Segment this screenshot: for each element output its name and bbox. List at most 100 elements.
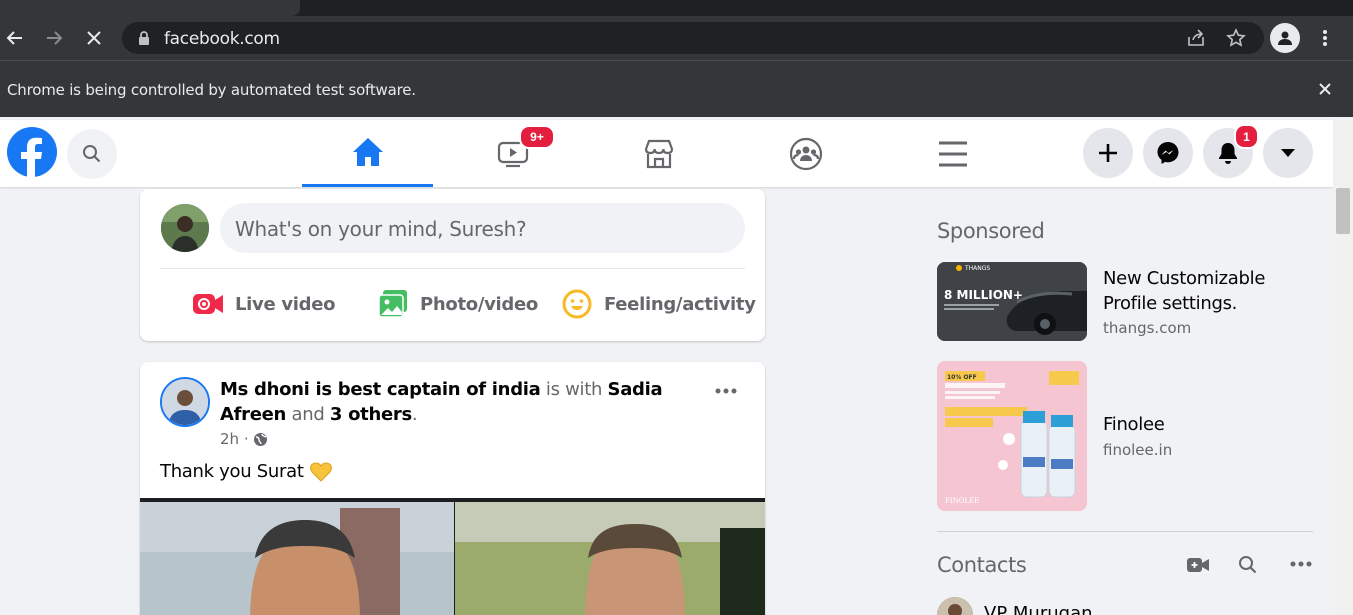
- address-bar[interactable]: facebook.com: [122, 22, 1264, 54]
- caret-down-icon: [1281, 149, 1295, 157]
- feeling-activity-button[interactable]: Feeling/activity: [562, 287, 756, 321]
- more-dots-icon: [715, 388, 737, 394]
- scrollbar-thumb[interactable]: [1336, 188, 1350, 234]
- groups-icon: [789, 137, 822, 170]
- notifications-badge: 1: [1234, 124, 1259, 149]
- contact-name[interactable]: VP Murugan: [984, 603, 1093, 615]
- ad-domain: finolee.in: [1103, 441, 1173, 459]
- sponsored-ad[interactable]: THANGS 8 MILLION+ New Customizable Profi…: [937, 262, 1317, 342]
- share-icon[interactable]: [1186, 28, 1206, 48]
- messenger-icon: [1157, 142, 1179, 164]
- tab-marketplace[interactable]: [593, 120, 724, 187]
- ad-finolee-image: 10% OFF FINOLEE: [937, 361, 1087, 511]
- home-icon: [352, 138, 383, 166]
- facebook-header: 9+ 1: [0, 120, 1333, 187]
- tab-groups[interactable]: [740, 120, 871, 187]
- feed-post: Ms dhoni is best captain of india is wit…: [140, 362, 765, 615]
- post-author-line: Ms dhoni is best captain of india is wit…: [220, 377, 680, 427]
- stop-loading-button[interactable]: [78, 22, 110, 54]
- post-text: Thank you Surat: [160, 461, 332, 482]
- new-room-video-icon[interactable]: [1187, 557, 1209, 573]
- more-dots-icon[interactable]: [1290, 561, 1312, 567]
- tab-menu[interactable]: [887, 120, 1018, 187]
- profile-button[interactable]: [1270, 23, 1300, 53]
- post-text-content: Thank you Surat: [160, 461, 304, 482]
- period-text: .: [411, 404, 418, 425]
- and-text: and: [291, 404, 325, 425]
- account-button[interactable]: [1263, 128, 1313, 178]
- facebook-f-icon: [21, 137, 42, 177]
- close-icon[interactable]: [1317, 81, 1333, 97]
- facebook-logo[interactable]: [7, 127, 57, 177]
- ad-finolee-brand: FINOLEE: [945, 497, 979, 505]
- notifications-button[interactable]: 1: [1203, 124, 1259, 178]
- storefront-icon: [644, 139, 673, 168]
- ad-image[interactable]: 10% OFF FINOLEE: [937, 361, 1087, 511]
- ad-discount-text: 10% OFF: [947, 374, 977, 381]
- live-video-label: Live video: [235, 293, 336, 315]
- post-photo[interactable]: [140, 498, 765, 615]
- user-avatar[interactable]: [161, 204, 209, 252]
- create-button[interactable]: [1083, 128, 1133, 178]
- close-icon: [87, 31, 101, 45]
- ad-domain: thangs.com: [1103, 319, 1192, 337]
- forward-button[interactable]: [38, 22, 70, 54]
- lock-icon: [139, 31, 149, 45]
- browser-menu-button[interactable]: [1309, 22, 1341, 54]
- post-time[interactable]: 2h ·: [220, 430, 249, 448]
- feeling-activity-label: Feeling/activity: [604, 293, 756, 315]
- post-author-avatar[interactable]: [160, 377, 210, 427]
- watch-badge: 9+: [519, 125, 555, 149]
- photo-icon: [378, 290, 407, 318]
- ad-image[interactable]: THANGS 8 MILLION+: [937, 262, 1087, 341]
- ad-thangs-image: THANGS 8 MILLION+: [937, 262, 1087, 341]
- tab-home[interactable]: [302, 120, 433, 187]
- whats-on-your-mind-input[interactable]: What's on your mind, Suresh?: [220, 203, 745, 253]
- bookmark-star-icon[interactable]: [1226, 28, 1246, 48]
- search-icon[interactable]: [1238, 555, 1258, 575]
- tab-watch[interactable]: 9+: [447, 120, 578, 187]
- globe-icon: [253, 432, 267, 446]
- arrow-right-icon: [47, 31, 63, 45]
- infobar-message: Chrome is being controlled by automated …: [7, 81, 416, 99]
- post-photo-image: [140, 502, 765, 615]
- ad-image-headline: 8 MILLION+: [944, 288, 1023, 302]
- post-meta: 2h ·: [220, 430, 268, 448]
- automation-infobar: Chrome is being controlled by automated …: [0, 60, 1353, 117]
- browser-toolbar: facebook.com: [0, 16, 1353, 60]
- smiley-icon: [562, 289, 592, 319]
- search-button[interactable]: [67, 129, 117, 179]
- person-icon: [1278, 31, 1292, 45]
- plus-icon: [1099, 144, 1117, 162]
- live-video-button[interactable]: Live video: [193, 287, 336, 321]
- back-button[interactable]: [0, 22, 31, 54]
- composer-divider: [160, 268, 745, 269]
- sponsored-ad[interactable]: 10% OFF FINOLEE Finolee finolee.in: [937, 361, 1317, 511]
- sidebar-divider: [937, 531, 1313, 532]
- live-video-icon: [193, 294, 223, 314]
- contact-photo-icon: [937, 597, 973, 615]
- page-scrollbar[interactable]: [1333, 120, 1353, 615]
- others-link[interactable]: 3 others: [330, 404, 412, 425]
- author-photo-icon: [162, 379, 208, 425]
- user-photo-icon: [161, 204, 209, 252]
- vertical-dots-icon: [1323, 30, 1327, 46]
- arrow-left-icon: [6, 31, 22, 45]
- contact-avatar[interactable]: [937, 597, 973, 615]
- yellow-heart-icon: [309, 461, 332, 482]
- hamburger-menu-icon: [938, 141, 967, 166]
- contacts-heading: Contacts: [937, 553, 1027, 577]
- browser-active-tab[interactable]: [0, 0, 300, 16]
- search-icon: [83, 145, 101, 163]
- ad-title[interactable]: Finolee: [1103, 412, 1165, 437]
- url-text: facebook.com: [164, 29, 280, 49]
- photo-video-button[interactable]: Photo/video: [378, 287, 538, 321]
- post-author-name[interactable]: Ms dhoni is best captain of india: [220, 379, 541, 400]
- ad-title[interactable]: New Customizable Profile settings.: [1103, 266, 1303, 316]
- ad-brand-text: THANGS: [964, 265, 990, 272]
- post-composer: What's on your mind, Suresh? Live video …: [140, 189, 765, 341]
- post-options-button[interactable]: [715, 388, 737, 394]
- photo-video-label: Photo/video: [420, 293, 538, 315]
- with-text: is with: [545, 379, 603, 400]
- messenger-button[interactable]: [1143, 128, 1193, 178]
